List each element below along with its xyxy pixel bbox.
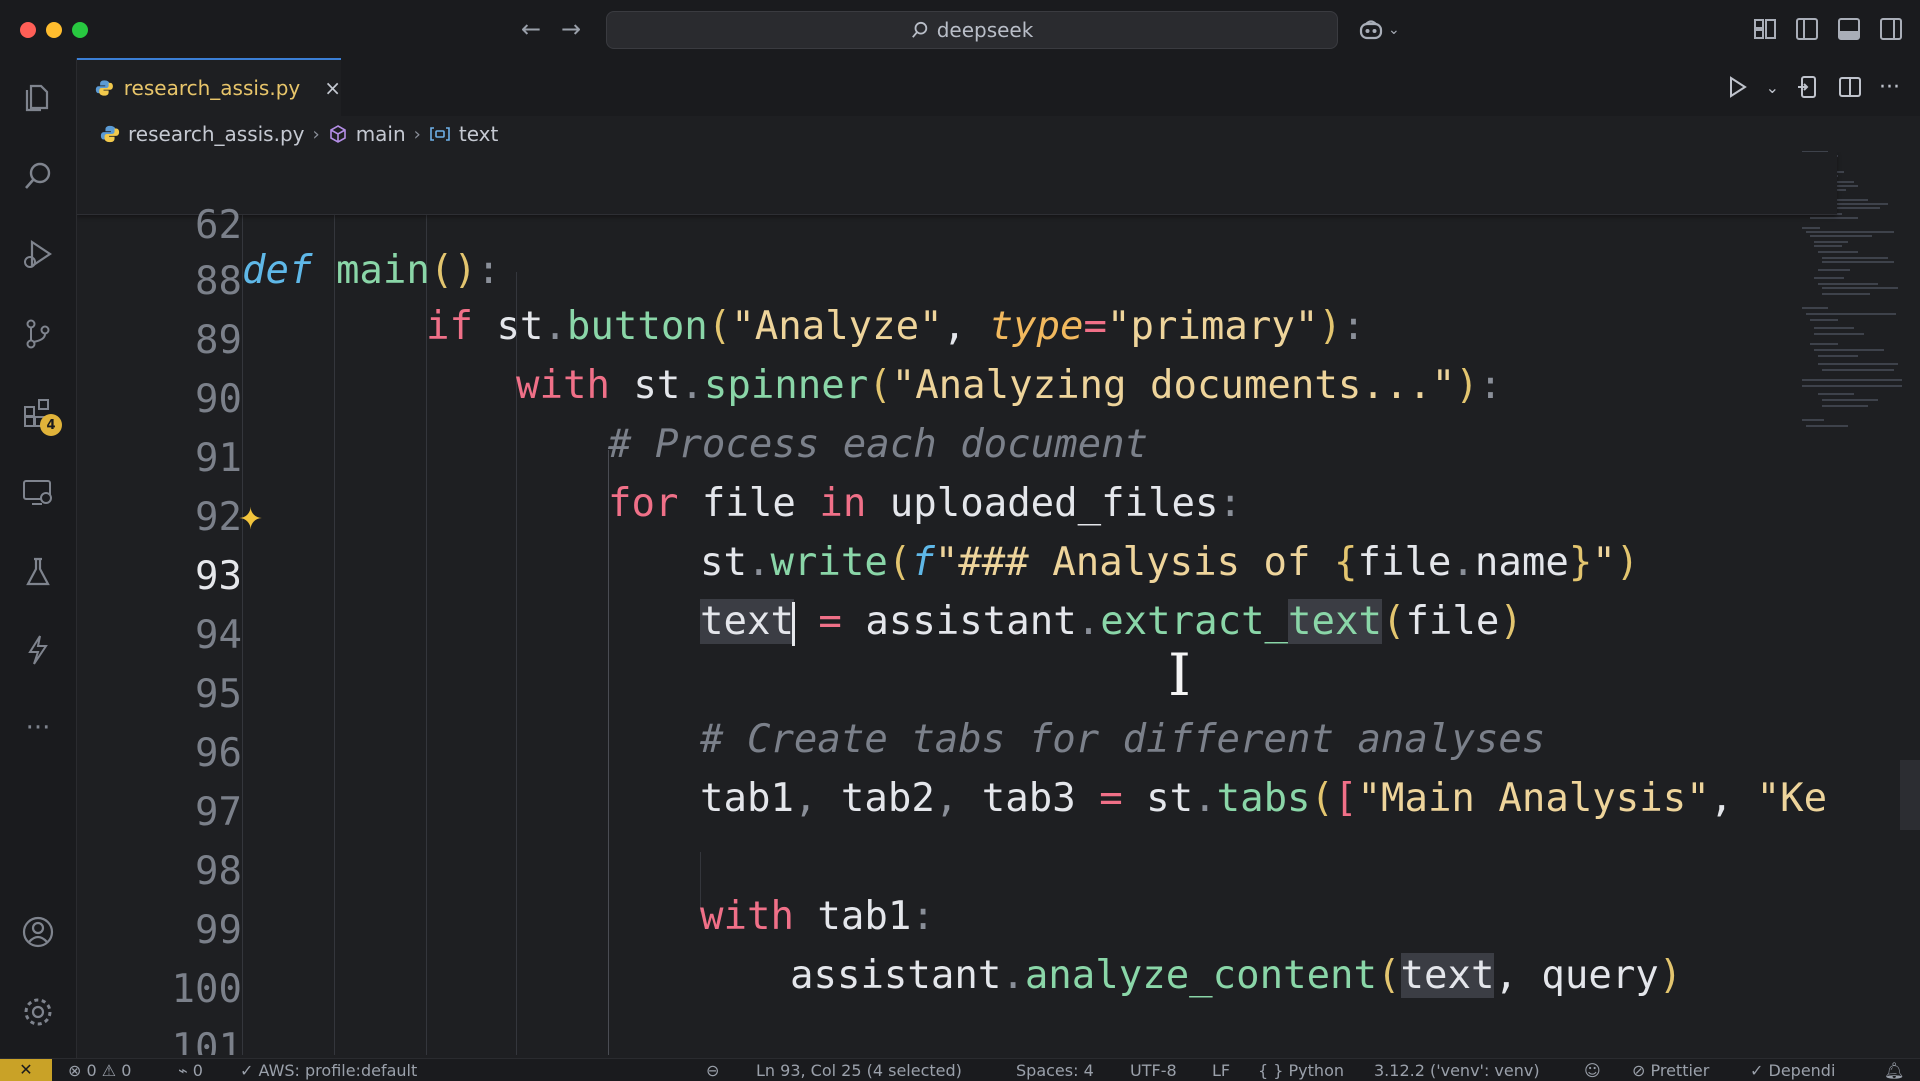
copilot-status-icon[interactable]: ☺: [1584, 1061, 1601, 1080]
variable-icon: [430, 127, 450, 141]
code-line-99: 99 assistant.analyze_content(text, query…: [77, 863, 1877, 998]
code-line-95: 95 # Create tabs for different analyses: [77, 627, 1877, 762]
notifications-bell-icon[interactable]: 🔔︎: [1884, 1061, 1904, 1080]
code-line-92: 92 st.write(f"### Analysis of {file.name…: [77, 450, 1877, 585]
line-number: 101: [171, 1026, 242, 1055]
breadcrumb-symbol-main[interactable]: main: [328, 122, 406, 146]
window-maximize-button[interactable]: [72, 22, 88, 38]
account-icon[interactable]: [18, 912, 58, 952]
close-icon[interactable]: ×: [324, 76, 341, 100]
python-file-icon: [95, 80, 113, 96]
end-of-line[interactable]: LF: [1212, 1061, 1230, 1080]
chevron-right-icon: ›: [312, 123, 320, 145]
python-file-icon: [100, 125, 120, 143]
chevron-down-icon: ⌄: [1388, 22, 1400, 38]
ports-indicator[interactable]: ⌁ 0: [178, 1061, 203, 1080]
cube-icon: [329, 125, 346, 143]
toggle-panel-icon[interactable]: [1836, 16, 1862, 42]
settings-gear-icon[interactable]: [18, 992, 58, 1032]
window-minimize-button[interactable]: [46, 22, 62, 38]
language-mode[interactable]: { } Python: [1258, 1061, 1344, 1080]
encoding[interactable]: UTF-8: [1130, 1061, 1177, 1080]
run-debug-icon[interactable]: [18, 234, 58, 274]
code-line-90: 90 # Process each document: [77, 332, 1877, 467]
problems-indicator[interactable]: ⊗ 0 ⚠ 0: [68, 1061, 131, 1080]
breadcrumb: research_assis.py › main › text: [100, 118, 498, 150]
code-line-97: 97: [77, 745, 1877, 835]
code-editor[interactable]: 62 def main(): 88 if st.button("Analyze"…: [77, 152, 1920, 1055]
code-line-94: 94: [77, 568, 1877, 658]
search-icon[interactable]: [18, 156, 58, 196]
tab-research-assis[interactable]: research_assis.py ×: [77, 58, 341, 116]
toggle-secondary-sidebar-icon[interactable]: [1878, 16, 1904, 42]
run-icon[interactable]: [1724, 74, 1750, 100]
bell-icon[interactable]: ⊖: [706, 1061, 719, 1080]
breadcrumb-symbol-text[interactable]: text: [429, 122, 498, 146]
tab-bar: research_assis.py × ⌄ ···: [77, 58, 1920, 116]
breadcrumb-symbol-label: main: [355, 122, 406, 146]
command-center-search[interactable]: deepseek: [606, 11, 1338, 49]
lightning-icon[interactable]: [18, 630, 58, 670]
line-number: 62: [195, 203, 242, 248]
search-icon: [911, 21, 927, 38]
code-line-98: 98 with tab1:: [77, 804, 1877, 939]
run-chevron-down-icon[interactable]: ⌄: [1766, 78, 1779, 97]
forward-arrow-icon[interactable]: →: [556, 14, 586, 44]
source-control-icon[interactable]: [18, 314, 58, 354]
layout-icon[interactable]: [1752, 16, 1778, 42]
dependi-status[interactable]: ✓ Dependi: [1750, 1061, 1835, 1080]
code-line-91: 91 for file in uploaded_files:: [77, 391, 1877, 526]
extensions-badge: 4: [40, 414, 62, 436]
copilot-button[interactable]: ⌄: [1358, 16, 1400, 44]
back-arrow-icon[interactable]: ←: [516, 14, 546, 44]
window-close-button[interactable]: [20, 22, 36, 38]
prettier-status[interactable]: ⊘ Prettier: [1632, 1061, 1709, 1080]
breadcrumb-file[interactable]: research_assis.py: [100, 122, 304, 146]
status-bar: ✕ ⊗ 0 ⚠ 0 ⌁ 0 ✓ AWS: profile:default ⊖ L…: [0, 1058, 1920, 1081]
code-line-100: 100: [77, 922, 1877, 1012]
code-line: def main():: [242, 248, 501, 293]
split-editor-icon[interactable]: [1837, 74, 1863, 100]
explorer-icon[interactable]: [18, 78, 58, 118]
extensions-icon[interactable]: 4: [18, 392, 62, 436]
activity-bar: 4 ···: [0, 58, 77, 1058]
toggle-sidebar-icon[interactable]: [1794, 16, 1820, 42]
breadcrumb-file-label: research_assis.py: [128, 122, 305, 146]
code-line-96: 96 tab1, tab2, tab3 = st.tabs(["Main Ana…: [77, 686, 1877, 821]
sticky-scroll-header[interactable]: 62 def main():: [77, 152, 1837, 293]
testing-icon[interactable]: [18, 552, 58, 592]
remote-explorer-icon[interactable]: [18, 472, 58, 512]
title-bar: ← → deepseek ⌄: [0, 0, 1920, 59]
chevron-right-icon: ›: [413, 123, 421, 145]
copilot-sparkle-icon[interactable]: ✦: [238, 502, 263, 537]
copilot-icon: [1359, 20, 1383, 40]
aws-profile[interactable]: ✓ AWS: profile:default: [240, 1061, 417, 1080]
mouse-ibeam-cursor-icon: I: [1168, 641, 1191, 709]
editor-scrollbar-thumb[interactable]: [1900, 760, 1920, 830]
code-line-93: 93 text = assistant.extract_text(file): [77, 509, 1877, 646]
cursor-position[interactable]: Ln 93, Col 25 (4 selected): [756, 1061, 962, 1080]
indentation[interactable]: Spaces: 4: [1016, 1061, 1094, 1080]
more-actions-icon[interactable]: ···: [1879, 75, 1900, 100]
remote-indicator[interactable]: ✕: [0, 1059, 52, 1081]
more-icon[interactable]: ···: [18, 708, 58, 748]
open-changes-icon[interactable]: [1795, 74, 1821, 100]
python-interpreter[interactable]: 3.12.2 ('venv': venv): [1374, 1061, 1540, 1080]
breadcrumb-symbol-label: text: [458, 122, 499, 146]
tab-label: research_assis.py: [123, 76, 301, 100]
code-line-101: 101 with tab2:: [77, 981, 1877, 1055]
command-center-label: deepseek: [936, 18, 1034, 42]
